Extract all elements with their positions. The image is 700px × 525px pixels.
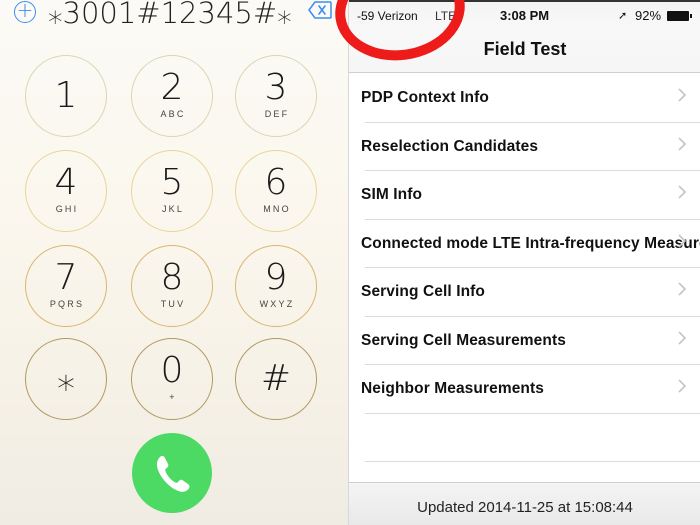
list-item[interactable]: Neighbor Measurements	[349, 365, 700, 414]
phone-icon	[156, 455, 190, 492]
navigation-bar: Field Test	[349, 28, 700, 73]
key-6[interactable]: 6 MNO	[235, 150, 317, 232]
empty-row	[349, 413, 700, 462]
chevron-right-icon	[678, 185, 687, 199]
status-bar: -59 Verizon LTE 3:08 PM ➚ 92%	[349, 0, 700, 28]
list-item-label: Serving Cell Info	[361, 283, 485, 300]
list-item[interactable]: SIM Info	[349, 171, 700, 220]
list-item[interactable]: Serving Cell Measurements	[349, 316, 700, 365]
key-2[interactable]: 2 ABC	[131, 55, 213, 137]
key-digit: #	[260, 358, 292, 399]
list-item[interactable]: Serving Cell Info	[349, 268, 700, 317]
list-item-label: Neighbor Measurements	[361, 380, 544, 397]
list-item[interactable]: Reselection Candidates	[349, 122, 700, 171]
chevron-right-icon	[678, 136, 687, 151]
key-digit: 6	[264, 162, 288, 203]
battery-icon	[667, 11, 692, 21]
key-1[interactable]: 1	[25, 55, 107, 137]
field-test-menu: PDP Context Info Reselection Candidates SI…	[349, 74, 700, 462]
key-letters: PQRS	[49, 299, 85, 309]
key-letters: JKL	[161, 204, 185, 214]
page-title: Field Test	[483, 39, 567, 59]
key-digit: 9	[264, 257, 288, 298]
list-item[interactable]: PDP Context Info	[349, 74, 700, 123]
key-letters: ABC	[160, 109, 186, 119]
list-item-label: Reselection Candidates	[361, 137, 539, 155]
key-pound[interactable]: #	[235, 338, 317, 420]
clock: 3:08 PM	[500, 8, 550, 23]
key-8[interactable]: 8 TUV	[131, 245, 213, 327]
key-letters: MNO	[263, 204, 291, 214]
key-digit: 5	[160, 162, 184, 203]
chevron-right-icon	[678, 88, 687, 102]
backspace-button[interactable]	[308, 1, 332, 19]
field-test-screen: -59 Verizon LTE 3:08 PM ➚ 92% Field Test…	[348, 0, 700, 525]
key-5[interactable]: 5 JKL	[131, 150, 213, 232]
key-letters: DEF	[264, 109, 290, 119]
chevron-right-icon	[678, 379, 687, 393]
list-item-label: SIM Info	[361, 186, 423, 203]
list-item[interactable]: Connected mode LTE Intra-frequency Measu…	[349, 219, 700, 268]
key-star[interactable]: ⁎	[25, 338, 107, 420]
key-digit: 3	[264, 67, 288, 108]
footer-toolbar: Updated 2014-11-25 at 15:08:44	[349, 482, 700, 525]
key-digit: 0	[160, 350, 184, 391]
key-digit: 1	[54, 75, 78, 116]
add-contact-button[interactable]: +	[14, 0, 36, 23]
key-digit: 4	[54, 162, 78, 203]
key-digit: 7	[54, 257, 78, 298]
dialed-number-display: ⁎3001#12345#⁎	[48, 0, 292, 30]
chevron-right-icon	[678, 282, 687, 296]
key-digit: ⁎	[57, 358, 75, 399]
list-item-label: PDP Context Info	[361, 89, 489, 106]
battery-percentage: 92%	[635, 8, 662, 23]
key-0[interactable]: 0 +	[131, 338, 213, 420]
key-7[interactable]: 7 PQRS	[25, 245, 107, 327]
key-letters: GHI	[55, 204, 79, 214]
plus-circle-icon: +	[16, 0, 34, 22]
key-digit: 2	[160, 67, 184, 108]
key-3[interactable]: 3 DEF	[235, 55, 317, 137]
location-arrow-icon: ➚	[618, 10, 628, 22]
key-4[interactable]: 4 GHI	[25, 150, 107, 232]
list-item-label: Serving Cell Measurements	[361, 331, 566, 349]
carrier-signal: -59 Verizon	[357, 9, 418, 23]
dialer-header: + ⁎3001#12345#⁎	[0, 0, 348, 30]
key-9[interactable]: 9 WXYZ	[235, 245, 317, 327]
delete-left-icon	[308, 1, 332, 19]
network-type: LTE	[435, 9, 457, 23]
chevron-right-icon	[678, 330, 687, 345]
phone-dialer: + ⁎3001#12345#⁎ 1 2 ABC 3 DEF 4 GHI 5 JKL 6 MNO 7 PQ…	[0, 0, 348, 525]
chevron-right-icon	[678, 233, 687, 248]
key-letters: WXYZ	[259, 299, 295, 309]
call-button[interactable]	[132, 433, 212, 513]
key-letters: TUV	[160, 299, 186, 309]
key-letters: +	[169, 392, 177, 402]
updated-timestamp: Updated 2014-11-25 at 15:08:44	[417, 499, 633, 516]
list-item-label: Connected mode LTE Intra-frequency Measu…	[361, 234, 700, 252]
key-digit: 8	[160, 257, 184, 298]
